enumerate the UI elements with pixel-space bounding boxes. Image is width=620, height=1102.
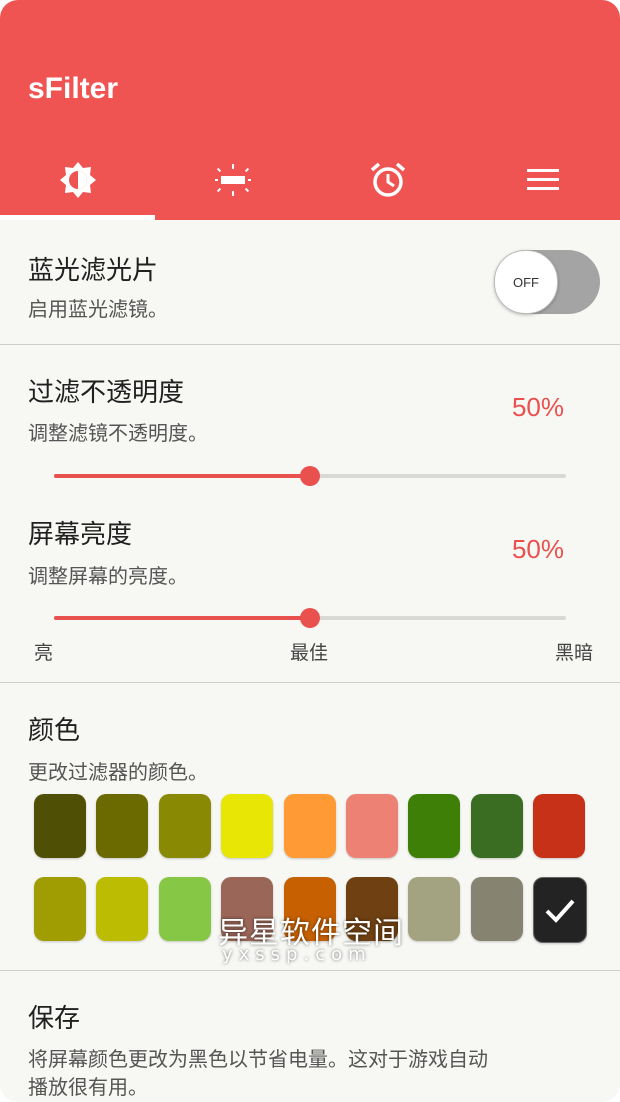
alarm-icon	[369, 161, 407, 199]
brightness-title: 屏幕亮度	[28, 520, 133, 550]
opacity-value: 50%	[511, 392, 564, 422]
blue-filter-title: 蓝光滤光片	[28, 256, 159, 286]
color-swatch[interactable]	[221, 794, 273, 858]
tab-menu[interactable]	[465, 140, 620, 220]
screen-dim-icon	[214, 162, 251, 198]
color-title: 颜色	[28, 716, 81, 746]
color-swatch[interactable]	[34, 877, 86, 941]
brightness-subtitle: 调整屏幕的亮度。	[28, 564, 188, 588]
opacity-slider[interactable]	[54, 466, 566, 486]
brightness-value: 50%	[511, 534, 564, 564]
scale-label-bright: 亮	[34, 642, 54, 664]
color-swatch[interactable]	[96, 794, 148, 858]
color-swatch[interactable]	[284, 794, 336, 858]
tab-indicator	[0, 215, 155, 220]
tab-screen[interactable]	[155, 140, 310, 220]
opacity-subtitle: 调整滤镜不透明度。	[28, 421, 208, 445]
save-subtitle-line2: 播放很有用。	[28, 1075, 148, 1099]
brightness-icon	[58, 160, 98, 200]
color-swatch[interactable]	[533, 877, 587, 943]
app-screen: sFilter 蓝光滤光片 启用蓝光滤镜。 OFF 过滤不透明度 调整滤镜不透明…	[0, 0, 620, 1102]
color-swatch[interactable]	[471, 877, 523, 941]
color-swatch[interactable]	[471, 794, 523, 858]
tab-schedule[interactable]	[310, 140, 465, 220]
color-swatch[interactable]	[408, 794, 460, 858]
divider	[0, 344, 620, 345]
slider-thumb[interactable]	[300, 608, 320, 628]
save-subtitle-line1: 将屏幕颜色更改为黑色以节省电量。这对于游戏自动	[28, 1047, 488, 1071]
opacity-title: 过滤不透明度	[28, 378, 185, 408]
tab-filter[interactable]	[0, 140, 155, 220]
color-subtitle: 更改过滤器的颜色。	[28, 760, 208, 784]
color-swatch[interactable]	[408, 877, 460, 941]
check-icon	[545, 899, 575, 923]
app-bar: sFilter	[0, 0, 620, 220]
toggle-label: OFF	[513, 274, 539, 290]
slider-fill	[54, 616, 310, 620]
watermark-url: yxssp.com	[222, 944, 372, 965]
menu-icon	[526, 166, 560, 194]
scale-label-optimal: 最佳	[290, 642, 329, 664]
app-title: sFilter	[28, 72, 119, 105]
divider	[0, 970, 620, 971]
slider-thumb[interactable]	[300, 466, 320, 486]
color-swatch[interactable]	[159, 794, 211, 858]
toggle-knob: OFF	[494, 250, 558, 314]
slider-fill	[54, 474, 310, 478]
divider	[0, 682, 620, 683]
scale-label-dark: 黑暗	[555, 642, 594, 664]
blue-filter-subtitle: 启用蓝光滤镜。	[28, 297, 168, 321]
save-title: 保存	[28, 1004, 81, 1034]
color-swatch[interactable]	[34, 794, 86, 858]
blue-filter-toggle[interactable]: OFF	[494, 250, 600, 314]
color-swatch[interactable]	[346, 794, 398, 858]
color-swatch[interactable]	[159, 877, 211, 941]
color-swatch[interactable]	[96, 877, 148, 941]
color-swatch[interactable]	[533, 794, 585, 858]
brightness-slider[interactable]	[54, 608, 566, 628]
